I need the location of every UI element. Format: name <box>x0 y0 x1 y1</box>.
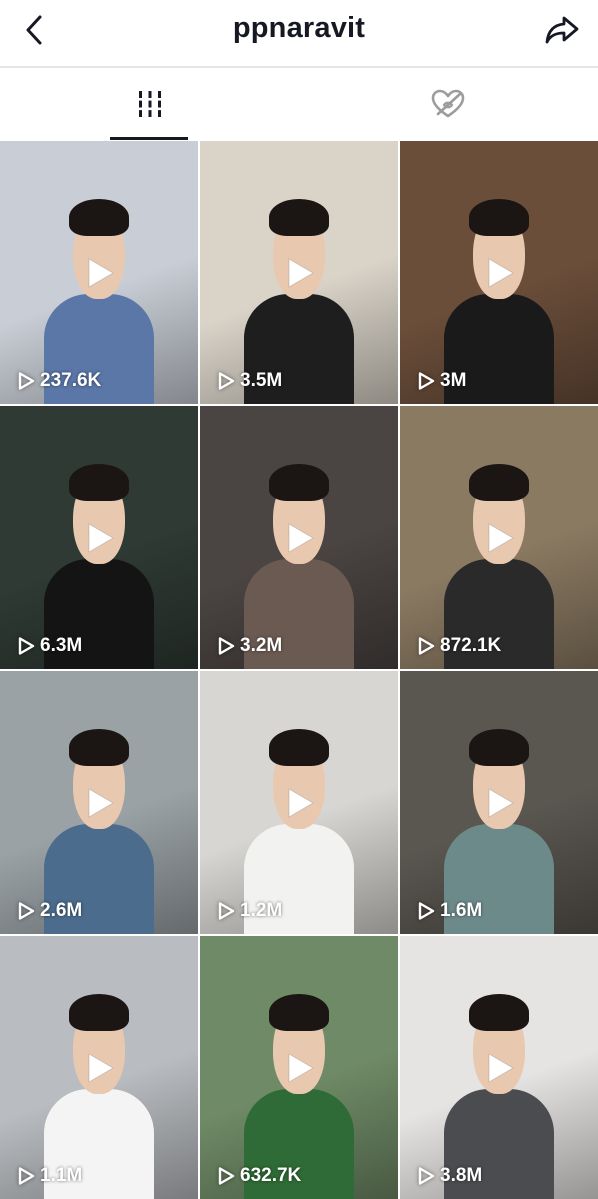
profile-username-title: ppnaravit <box>232 12 366 44</box>
play-outline-icon <box>418 372 435 390</box>
person-silhouette-hair <box>69 198 129 236</box>
play-outline-icon <box>418 637 435 655</box>
play-icon <box>288 1053 314 1082</box>
tab-videos[interactable] <box>50 68 250 140</box>
person-silhouette-hair <box>269 993 329 1031</box>
person-silhouette-hair <box>269 728 329 766</box>
person-silhouette-hair <box>269 198 329 236</box>
play-icon <box>88 788 114 817</box>
person-silhouette-hair <box>469 463 529 501</box>
view-count-label: 1.1M <box>40 1165 83 1186</box>
video-thumbnail[interactable]: 632.7K <box>200 936 398 1199</box>
view-count: 3.8M <box>416 1165 482 1187</box>
view-count: 1.6M <box>416 900 482 922</box>
person-silhouette-hair <box>69 993 129 1031</box>
video-thumbnail[interactable]: 3.5M <box>200 141 398 404</box>
view-count: 3.5M <box>216 370 282 392</box>
person-silhouette-hair <box>469 993 529 1031</box>
play-outline-icon <box>18 372 35 390</box>
view-count-label: 3M <box>440 370 467 391</box>
play-outline-icon <box>418 902 435 920</box>
video-thumbnail[interactable]: 1.1M <box>0 936 198 1199</box>
video-thumbnail[interactable]: 6.3M <box>0 406 198 669</box>
share-arrow-icon <box>545 16 579 44</box>
play-icon <box>488 1053 514 1082</box>
play-outline-icon <box>18 902 35 920</box>
play-outline-icon <box>218 1167 235 1185</box>
grid-bars-icon <box>135 91 165 117</box>
person-silhouette-hair <box>69 728 129 766</box>
person-silhouette-hair <box>469 728 529 766</box>
play-icon <box>88 1053 114 1082</box>
video-grid: 237.6K 3.5M 3M 6.3M 3.2M 872.1K 2.6M 1.2M 1.6M 1.… <box>0 141 598 1199</box>
active-tab-indicator <box>110 137 188 140</box>
view-count-label: 237.6K <box>40 370 102 391</box>
share-button[interactable] <box>540 10 584 50</box>
video-thumbnail[interactable]: 2.6M <box>0 671 198 934</box>
view-count-label: 3.8M <box>440 1165 483 1186</box>
play-icon <box>488 258 514 287</box>
play-icon <box>288 788 314 817</box>
person-silhouette-hair <box>269 463 329 501</box>
view-count: 3M <box>416 370 466 392</box>
view-count: 6.3M <box>16 635 82 657</box>
video-thumbnail[interactable]: 3.2M <box>200 406 398 669</box>
view-count: 632.7K <box>216 1165 301 1187</box>
view-count-label: 1.2M <box>240 900 283 921</box>
play-outline-icon <box>218 902 235 920</box>
video-thumbnail[interactable]: 3M <box>400 141 598 404</box>
video-thumbnail[interactable]: 1.2M <box>200 671 398 934</box>
view-count-label: 2.6M <box>40 900 83 921</box>
play-outline-icon <box>218 637 235 655</box>
view-count: 2.6M <box>16 900 82 922</box>
view-count-label: 6.3M <box>40 635 83 656</box>
tab-liked-videos[interactable] <box>348 68 548 140</box>
video-thumbnail[interactable]: 872.1K <box>400 406 598 669</box>
view-count-label: 632.7K <box>240 1165 302 1186</box>
view-count-label: 3.2M <box>240 635 283 656</box>
heart-hidden-icon <box>431 89 465 118</box>
play-outline-icon <box>418 1167 435 1185</box>
view-count: 237.6K <box>16 370 101 392</box>
play-outline-icon <box>218 372 235 390</box>
play-icon <box>88 258 114 287</box>
view-count: 3.2M <box>216 635 282 657</box>
play-icon <box>288 258 314 287</box>
play-outline-icon <box>18 637 35 655</box>
video-thumbnail[interactable]: 1.6M <box>400 671 598 934</box>
play-outline-icon <box>18 1167 35 1185</box>
view-count-label: 1.6M <box>440 900 483 921</box>
play-icon <box>488 788 514 817</box>
view-count-label: 872.1K <box>440 635 502 656</box>
video-thumbnail[interactable]: 237.6K <box>0 141 198 404</box>
profile-tabs <box>0 68 598 140</box>
play-icon <box>288 523 314 552</box>
play-icon <box>88 523 114 552</box>
view-count: 1.2M <box>216 900 282 922</box>
video-thumbnail[interactable]: 3.8M <box>400 936 598 1199</box>
person-silhouette-hair <box>69 463 129 501</box>
play-icon <box>488 523 514 552</box>
view-count: 872.1K <box>416 635 501 657</box>
view-count-label: 3.5M <box>240 370 283 391</box>
view-count: 1.1M <box>16 1165 82 1187</box>
top-bar: ppnaravit <box>0 0 598 62</box>
person-silhouette-hair <box>469 198 529 236</box>
